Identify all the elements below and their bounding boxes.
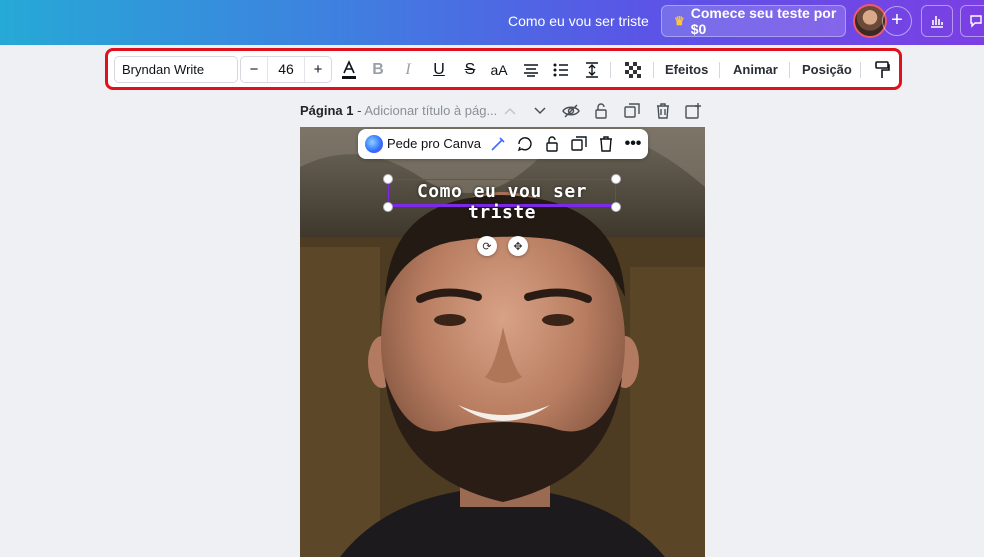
add-comment-icon[interactable] <box>515 134 535 154</box>
position-button[interactable]: Posição <box>802 62 852 77</box>
italic-icon[interactable]: I <box>395 57 421 83</box>
text-toolbar-highlight: Bryndan Write − 46 + B I U S aA Efeitos … <box>105 48 902 90</box>
toolbar-divider <box>653 62 654 78</box>
magic-wand-icon[interactable] <box>488 134 508 154</box>
animate-button[interactable]: Animar <box>733 62 778 77</box>
resize-handle-top-right[interactable] <box>611 174 621 184</box>
toolbar-divider <box>789 62 790 78</box>
insights-button[interactable] <box>921 5 953 37</box>
toolbar-divider <box>860 62 861 78</box>
paint-roller-icon[interactable] <box>869 57 895 83</box>
chevron-down-icon[interactable] <box>530 101 550 121</box>
delete-page-icon[interactable] <box>653 101 673 121</box>
font-size-control: − 46 + <box>240 56 332 83</box>
add-page-icon[interactable] <box>683 101 703 121</box>
line-spacing-icon[interactable] <box>579 57 605 83</box>
hide-eye-icon[interactable] <box>561 101 581 121</box>
letter-case-button[interactable]: aA <box>486 57 512 83</box>
toolbar-divider <box>610 62 611 78</box>
page-separator: - <box>353 103 365 118</box>
resize-handle-bottom-right[interactable] <box>611 202 621 212</box>
page-title-input[interactable]: Adicionar título à pág... <box>364 103 497 118</box>
move-icon[interactable]: ✥ <box>508 236 528 256</box>
add-collaborator-button[interactable]: + <box>882 6 912 36</box>
text-toolbar: Bryndan Write − 46 + B I U S aA Efeitos … <box>108 51 899 87</box>
bold-icon[interactable]: B <box>365 57 391 83</box>
chevron-up-icon[interactable] <box>500 101 520 121</box>
comment-icon <box>970 15 982 28</box>
effects-button[interactable]: Efeitos <box>665 62 708 77</box>
align-center-icon[interactable] <box>518 57 544 83</box>
text-color-button[interactable] <box>336 57 362 83</box>
document-title[interactable]: Como eu vou ser triste <box>508 13 649 29</box>
resize-handle-top-left[interactable] <box>383 174 393 184</box>
lock-icon[interactable] <box>542 134 562 154</box>
font-size-input[interactable]: 46 <box>267 57 305 82</box>
crown-icon: ♛ <box>674 14 685 28</box>
ask-canva-button[interactable]: Pede pro Canva <box>387 136 481 151</box>
start-trial-button[interactable]: ♛ Comece seu teste por $0 <box>661 5 846 37</box>
resize-handle-bottom-left[interactable] <box>383 202 393 212</box>
page-header: Página 1 - Adicionar título à pág... <box>300 103 497 118</box>
trial-button-label: Comece seu teste por $0 <box>690 5 837 37</box>
selected-text-element[interactable]: Como eu vou ser triste <box>388 181 616 223</box>
duplicate-icon[interactable] <box>569 134 589 154</box>
font-family-select[interactable]: Bryndan Write <box>114 56 238 83</box>
duplicate-page-icon[interactable] <box>622 101 642 121</box>
toolbar-divider <box>719 62 720 78</box>
trash-icon[interactable] <box>596 134 616 154</box>
page-name: Página 1 <box>300 103 354 118</box>
strikethrough-icon[interactable]: S <box>457 57 483 83</box>
text-color-icon <box>342 60 356 79</box>
decrease-font-size-button[interactable]: − <box>241 61 267 78</box>
increase-font-size-button[interactable]: + <box>305 61 331 78</box>
bulleted-list-icon[interactable] <box>548 57 574 83</box>
comments-button[interactable] <box>960 5 984 37</box>
more-options-icon[interactable]: ••• <box>623 134 643 154</box>
rotate-icon[interactable]: ⟳ <box>477 236 497 256</box>
magic-ai-icon[interactable] <box>365 135 383 153</box>
transparency-icon[interactable] <box>620 57 646 83</box>
underline-icon[interactable]: U <box>426 57 452 83</box>
element-context-bar: Pede pro Canva ••• <box>358 129 648 159</box>
bar-chart-icon <box>931 16 943 28</box>
lock-icon[interactable] <box>591 101 611 121</box>
top-bar: Como eu vou ser triste ♛ Comece seu test… <box>0 0 984 45</box>
